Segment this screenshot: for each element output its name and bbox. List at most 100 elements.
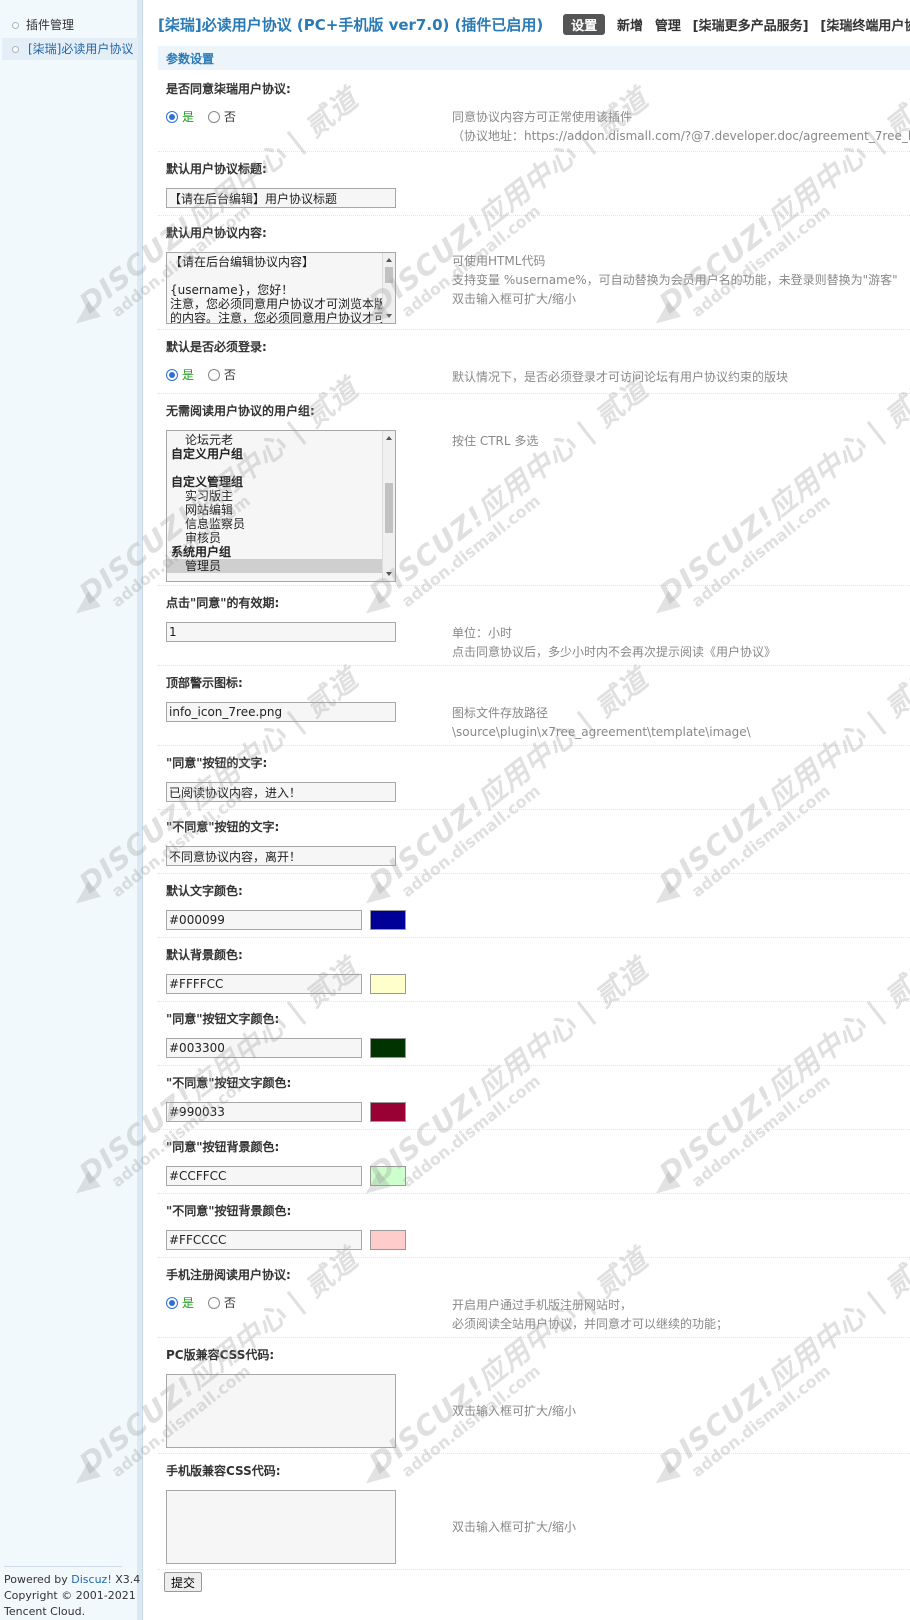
page-title: [柒瑞]必读用户协议 (PC+手机版 ver7.0) (插件已启用) (158, 16, 544, 34)
color-swatch[interactable] (370, 1038, 406, 1058)
setting-label: 默认用户协议内容: (166, 226, 267, 240)
link-end-user-agreement[interactable]: [柒瑞终端用户协议] (820, 15, 910, 34)
setting-label: 点击"同意"的有效期: (166, 596, 280, 610)
scrollbar[interactable] (382, 253, 395, 323)
setting-label: 默认文字颜色: (166, 884, 243, 898)
sidebar-item-agreement[interactable]: [柒瑞]必读用户协议 (2, 38, 138, 60)
setting-label: PC版兼容CSS代码: (166, 1348, 275, 1362)
select-option[interactable]: 实习版主 (167, 489, 382, 503)
mobile-reg-yes-radio[interactable] (166, 1297, 178, 1309)
setting-disagree-btn-text-color-row: "不同意"按钮文字颜色: (158, 1068, 910, 1130)
setting-label: 手机注册阅读用户协议: (166, 1268, 291, 1282)
sidebar-footer: Powered by Discuz! X3.4 Copyright © 2001… (4, 1566, 140, 1620)
setting-disagree-btn-bg-color-row: "不同意"按钮背景颜色: (158, 1196, 910, 1258)
select-option[interactable]: 网站编辑 (167, 503, 382, 517)
agreement-content-textarea[interactable]: 【请在后台编辑协议内容】 {username}，您好！ 注意，您必须同意用户协议才可… (166, 252, 396, 324)
setting-tip: 图标文件存放路径 \source\plugin\x7ree_agreement\… (452, 706, 751, 739)
login-yes-radio[interactable] (166, 369, 178, 381)
setting-tip: 开启用户通过手机版注册网站时， 必须阅读全站用户协议，并同意才可以继续的功能； (452, 1298, 729, 1331)
bg-color-input[interactable] (166, 974, 362, 994)
setting-label: "不同意"按钮的文字: (166, 820, 280, 834)
submit-button[interactable]: 提交 (164, 1572, 203, 1592)
setting-label: 是否同意柒瑞用户协议: (166, 82, 291, 96)
login-no-radio[interactable] (207, 369, 220, 381)
color-swatch[interactable] (370, 974, 406, 994)
agree-no-radio[interactable] (207, 111, 220, 123)
section-header: 参数设置 (158, 46, 910, 70)
scroll-thumb[interactable] (385, 267, 393, 283)
color-swatch[interactable] (370, 910, 406, 930)
select-option[interactable] (167, 461, 382, 475)
tab-manage[interactable]: 管理 (655, 15, 681, 34)
setting-label: "同意"按钮背景颜色: (166, 1140, 280, 1154)
setting-tip: 双击输入框可扩大/缩小 (452, 1404, 577, 1418)
scroll-up-icon[interactable] (386, 436, 392, 440)
agreement-title-input[interactable] (166, 188, 396, 208)
agree-yes-radio[interactable] (166, 111, 178, 123)
sidebar-edge (137, 0, 142, 1620)
radio-label: 否 (223, 110, 236, 124)
setting-agree-text-row: "同意"按钮的文字: (158, 748, 910, 810)
login-radio-group: 是 否 (166, 366, 246, 383)
setting-tip: 单位：小时 点击同意协议后，多少小时内不会再次提示阅读《用户协议》 (452, 626, 777, 659)
select-option[interactable]: 审核员 (167, 531, 382, 545)
color-swatch[interactable] (370, 1230, 406, 1250)
mobile-reg-no-radio[interactable] (207, 1297, 220, 1309)
select-option[interactable]: 论坛元老 (167, 433, 382, 447)
setting-disagree-text-row: "不同意"按钮的文字: (158, 812, 910, 874)
setting-label: 默认是否必须登录: (166, 340, 267, 354)
agree-btn-bg-color-input[interactable] (166, 1166, 362, 1186)
radio-label: 是 (182, 110, 195, 124)
footer-divider (4, 1566, 122, 1567)
warning-icon-input[interactable] (166, 702, 396, 722)
pc-css-textarea[interactable] (166, 1374, 396, 1448)
disagree-btn-text-color-input[interactable] (166, 1102, 362, 1122)
scrollbar[interactable] (382, 431, 395, 581)
textarea-text: 【请在后台编辑协议内容】 {username}，您好！ 注意，您必须同意用户协议才可… (167, 253, 396, 324)
color-swatch[interactable] (370, 1102, 406, 1122)
scroll-down-icon[interactable] (386, 572, 392, 576)
setting-tip: 双击输入框可扩大/缩小 (452, 1520, 577, 1534)
option-list: 论坛元老 自定义用户组 自定义管理组 实习版主 网站编辑 信息监察员 审核员 系统用户组 管理员 (167, 431, 382, 573)
setting-label: 默认背景颜色: (166, 948, 243, 962)
setting-login-row: 默认是否必须登录: 是 否 默认情况下，是否必须登录才可访问论坛有用户协议约束的… (158, 332, 910, 394)
sidebar-item-label: [柒瑞]必读用户协议 (28, 42, 134, 56)
scroll-up-icon[interactable] (386, 258, 392, 262)
scroll-thumb[interactable] (385, 483, 393, 533)
disagree-button-text-input[interactable] (166, 846, 396, 866)
setting-label: "不同意"按钮文字颜色: (166, 1076, 292, 1090)
setting-label: 默认用户协议标题: (166, 162, 267, 176)
agree-btn-text-color-input[interactable] (166, 1038, 362, 1058)
text-color-input[interactable] (166, 910, 362, 930)
setting-pc-css-row: PC版兼容CSS代码: 双击输入框可扩大/缩小 (158, 1340, 910, 1454)
sidebar-item-plugin-manage[interactable]: 插件管理 (0, 14, 142, 36)
tab-add[interactable]: 新增 (617, 15, 643, 34)
select-option[interactable]: 管理员 (167, 559, 382, 573)
mobile-css-textarea[interactable] (166, 1490, 396, 1564)
textarea-line: {username}，您好！ (170, 283, 294, 297)
color-swatch[interactable] (370, 1166, 406, 1186)
agreement-url-text: （协议地址：https://addon.dismall.com/?@7.deve… (452, 129, 910, 143)
textarea-line: 的内容。注意，您必须同意用户协议才可浏 (170, 311, 396, 324)
link-more-products[interactable]: [柒瑞更多产品服务] (693, 15, 809, 34)
setting-groups-row: 无需阅读用户协议的用户组: 论坛元老 自定义用户组 自定义管理组 实习版主 网站编辑 信息… (158, 396, 910, 586)
user-group-multiselect[interactable]: 论坛元老 自定义用户组 自定义管理组 实习版主 网站编辑 信息监察员 审核员 系统用户组 管理员 (166, 430, 396, 582)
setting-tip: 可使用HTML代码 支持变量 %username%，可自动替换为会员用户名的功能… (452, 254, 898, 306)
tab-settings[interactable]: 设置 (563, 14, 606, 35)
mobile-reg-radio-group: 是 否 (166, 1294, 246, 1311)
company-line: Tencent Cloud. (4, 1605, 86, 1618)
page-header: [柒瑞]必读用户协议 (PC+手机版 ver7.0) (插件已启用) 设置 新增… (158, 14, 910, 38)
setting-label: 手机版兼容CSS代码: (166, 1464, 281, 1478)
section-title: 参数设置 (166, 52, 215, 66)
setting-agree-row: 是否同意柒瑞用户协议: 是 否 同意协议内容方可正常使用该插件 （协议地址：ht… (158, 74, 910, 152)
disagree-btn-bg-color-input[interactable] (166, 1230, 362, 1250)
setting-label: 顶部警示图标: (166, 676, 243, 690)
agree-button-text-input[interactable] (166, 782, 396, 802)
discuz-link[interactable]: Discuz! (71, 1573, 111, 1586)
scroll-down-icon[interactable] (386, 314, 392, 318)
textarea-line: 注意，您必须同意用户协议才可浏览本版块 (170, 297, 396, 311)
validity-hours-input[interactable] (166, 622, 396, 642)
setting-validity-row: 点击"同意"的有效期: 单位：小时 点击同意协议后，多少小时内不会再次提示阅读《… (158, 588, 910, 666)
setting-label: 无需阅读用户协议的用户组: (166, 404, 315, 418)
select-option[interactable]: 信息监察员 (167, 517, 382, 531)
